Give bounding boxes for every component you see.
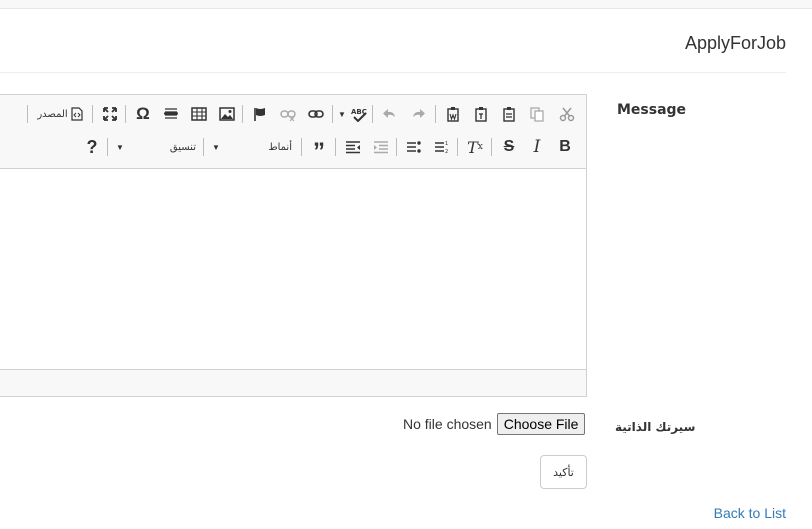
cv-file-input[interactable]: No file chosen Choose File — [403, 413, 586, 435]
numbered-list-icon[interactable]: 12 — [431, 136, 453, 158]
cv-label: سيرتك الذاتية — [615, 420, 696, 434]
top-navbar — [0, 0, 812, 9]
toolbar-separator — [107, 138, 108, 156]
table-icon[interactable] — [188, 103, 210, 125]
chevron-down-icon[interactable]: ▼ — [337, 103, 347, 125]
toolbar-separator — [27, 105, 28, 123]
toolbar-separator — [301, 138, 302, 156]
format-dropdown[interactable]: ▼ تنسيق — [112, 136, 200, 158]
styles-label: أنماط — [268, 141, 292, 153]
file-status-text: No file chosen — [403, 416, 492, 432]
italic-icon[interactable]: I — [526, 136, 548, 158]
styles-dropdown[interactable]: ▼ أنماط — [208, 136, 296, 158]
decrease-indent-icon[interactable] — [370, 136, 392, 158]
editor-content-area[interactable] — [0, 169, 586, 370]
help-icon[interactable]: ? — [81, 136, 103, 158]
editor-toolbar: ABC ▼ Ω المصدر B I S T x 1 2 ” ▼ أنماط ▼… — [0, 95, 586, 169]
toolbar-separator — [372, 105, 373, 123]
bulleted-list-icon[interactable] — [403, 136, 425, 158]
remove-format-icon[interactable]: Tx — [463, 136, 487, 158]
svg-text:1: 1 — [445, 141, 448, 147]
toolbar-separator — [242, 105, 243, 123]
toolbar-separator — [332, 105, 333, 123]
copy-icon[interactable] — [526, 103, 548, 125]
toolbar-separator — [435, 105, 436, 123]
chevron-down-icon: ▼ — [116, 142, 124, 152]
toolbar-separator — [335, 138, 336, 156]
paste-word-icon[interactable] — [442, 103, 464, 125]
toolbar-separator — [92, 105, 93, 123]
paste-icon[interactable] — [498, 103, 520, 125]
source-icon — [71, 107, 83, 121]
increase-indent-icon[interactable] — [342, 136, 364, 158]
source-button[interactable]: المصدر — [32, 103, 88, 125]
special-char-omega-icon[interactable]: Ω — [132, 103, 154, 125]
source-label: المصدر — [37, 108, 68, 120]
rich-text-editor[interactable]: ABC ▼ Ω المصدر B I S T x 1 2 ” ▼ أنماط ▼… — [0, 94, 587, 397]
link-icon[interactable] — [305, 103, 327, 125]
strikethrough-icon[interactable]: S — [498, 136, 520, 158]
chevron-down-icon: ▼ — [212, 142, 220, 152]
undo-icon[interactable] — [379, 103, 401, 125]
page-title: ApplyForJob — [684, 33, 786, 53]
spellcheck-icon[interactable]: ABC — [349, 103, 369, 125]
maximize-icon[interactable] — [99, 103, 121, 125]
message-label: Message — [617, 102, 687, 118]
editor-status-bar — [0, 369, 586, 396]
toolbar-separator — [491, 138, 492, 156]
paste-text-icon[interactable] — [470, 103, 492, 125]
back-to-list-link[interactable]: Back to List — [714, 505, 786, 521]
toolbar-separator — [125, 105, 126, 123]
toolbar-separator — [396, 138, 397, 156]
svg-text:2: 2 — [445, 149, 448, 155]
bold-icon[interactable]: B — [554, 136, 576, 158]
format-label: تنسيق — [169, 141, 196, 153]
submit-button[interactable]: تأكيد — [540, 455, 587, 489]
blockquote-icon[interactable]: ” — [308, 136, 330, 165]
redo-icon[interactable] — [407, 103, 429, 125]
choose-file-button[interactable]: Choose File — [496, 413, 586, 435]
anchor-flag-icon[interactable] — [249, 103, 271, 125]
toolbar-separator — [203, 138, 204, 156]
title-divider — [0, 72, 786, 73]
toolbar-separator — [457, 138, 458, 156]
unlink-icon[interactable] — [277, 103, 299, 125]
image-icon[interactable] — [216, 103, 238, 125]
horizontal-rule-icon[interactable] — [160, 103, 182, 125]
cut-icon[interactable] — [556, 103, 578, 125]
